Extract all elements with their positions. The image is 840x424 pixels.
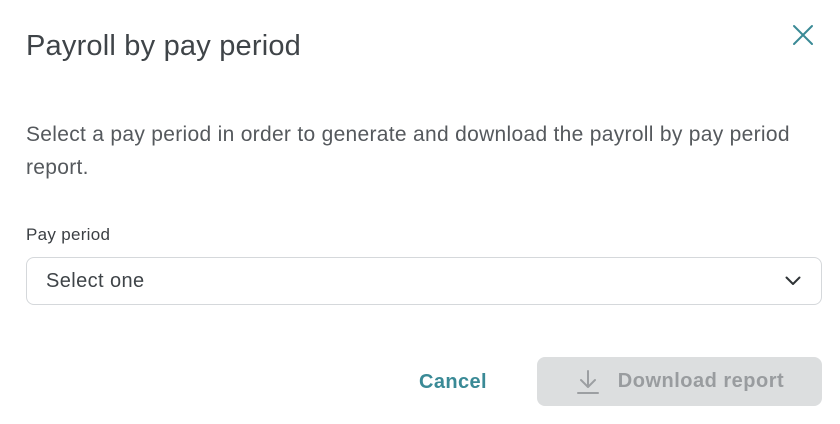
close-button[interactable]: [788, 22, 818, 52]
chevron-down-icon: [783, 271, 803, 291]
pay-period-label: Pay period: [26, 225, 111, 244]
payroll-dialog: Payroll by pay period Select a pay perio…: [0, 0, 840, 424]
download-report-button[interactable]: Download report: [537, 357, 822, 406]
download-report-label: Download report: [617, 370, 785, 392]
cancel-button[interactable]: Cancel: [402, 360, 504, 404]
dialog-title: Payroll by pay period: [26, 30, 302, 62]
download-icon: [575, 368, 601, 396]
close-icon: [792, 24, 814, 51]
pay-period-select-value: Select one: [46, 269, 145, 292]
dialog-description: Select a pay period in order to generate…: [26, 123, 790, 179]
pay-period-select[interactable]: Select one: [26, 257, 822, 305]
